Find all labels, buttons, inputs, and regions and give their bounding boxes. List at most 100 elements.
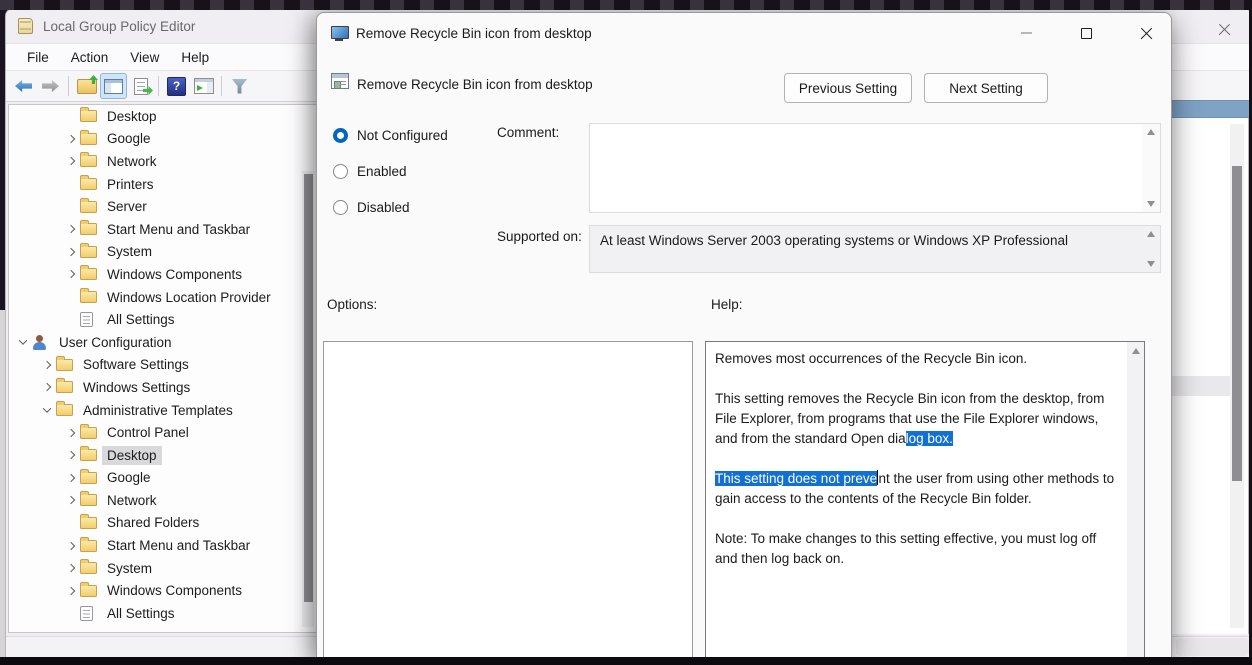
- expander-slot[interactable]: [13, 339, 32, 345]
- folder-icon: [80, 201, 97, 213]
- policy-setting-dialog: Remove Recycle Bin icon from desktop Rem…: [316, 12, 1172, 657]
- tree-item-windows-location-provider[interactable]: Windows Location Provider: [9, 286, 317, 309]
- policy-monitor-icon: [331, 26, 347, 41]
- menu-action[interactable]: Action: [60, 47, 120, 68]
- radio-disabled[interactable]: Disabled: [333, 200, 410, 215]
- close-button[interactable]: [1135, 22, 1157, 44]
- tree-item-user-configuration[interactable]: User Configuration: [9, 331, 317, 354]
- tree-item-system[interactable]: System: [9, 241, 317, 264]
- supported-scrollbar[interactable]: [1142, 226, 1160, 272]
- background-left-lower: [0, 310, 5, 657]
- menu-file[interactable]: File: [16, 47, 60, 68]
- maximize-icon: [1081, 28, 1092, 39]
- settings-pane-selected-band[interactable]: [1170, 100, 1249, 118]
- chevron-right-icon: [66, 270, 74, 278]
- scroll-up-icon[interactable]: [1147, 231, 1155, 237]
- radio-enabled[interactable]: Enabled: [333, 164, 407, 179]
- expander-slot[interactable]: [61, 475, 80, 481]
- expander-slot[interactable]: [61, 565, 80, 571]
- tree-item-administrative-templates[interactable]: Administrative Templates: [9, 399, 317, 422]
- chevron-right-icon: [66, 248, 74, 256]
- expander-slot[interactable]: [61, 497, 80, 503]
- close-icon: [1140, 27, 1153, 40]
- expander-slot[interactable]: [61, 226, 80, 232]
- gpo-close-button[interactable]: [1213, 19, 1235, 39]
- comment-scrollbar[interactable]: [1142, 124, 1160, 212]
- tree-item-label: Administrative Templates: [78, 401, 238, 420]
- tree-item-google[interactable]: Google: [9, 128, 317, 151]
- tree-item-windows-settings[interactable]: Windows Settings: [9, 376, 317, 399]
- tree-item-google[interactable]: Google: [9, 467, 317, 490]
- expander-slot[interactable]: [37, 384, 56, 390]
- tree-item-network[interactable]: Network: [9, 150, 317, 173]
- back-icon[interactable]: [10, 73, 37, 99]
- radio-not-configured[interactable]: Not Configured: [333, 128, 448, 143]
- menu-help[interactable]: Help: [170, 47, 220, 68]
- settings-pane-hscrollbar[interactable]: [1176, 638, 1249, 656]
- tree-item-control-panel[interactable]: Control Panel: [9, 421, 317, 444]
- scroll-up-icon[interactable]: [1147, 129, 1155, 135]
- scroll-down-icon[interactable]: [1147, 261, 1155, 267]
- maximize-button[interactable]: [1075, 22, 1097, 44]
- tree-item-software-settings[interactable]: Software Settings: [9, 354, 317, 377]
- folder-icon: [80, 223, 97, 235]
- tree-item-all-settings[interactable]: All Settings: [9, 602, 317, 625]
- comment-input[interactable]: [589, 123, 1161, 213]
- settings-pane-scrollbar[interactable]: [1230, 124, 1244, 628]
- previous-setting-button[interactable]: Previous Setting: [784, 73, 912, 103]
- scroll-down-icon[interactable]: [1147, 201, 1155, 207]
- settings-pane-sliver: [1170, 118, 1249, 634]
- dialog-titlebar[interactable]: Remove Recycle Bin icon from desktop: [317, 13, 1171, 53]
- expander-slot[interactable]: [37, 407, 56, 413]
- chevron-right-icon: [66, 225, 74, 233]
- expander-slot[interactable]: [61, 588, 80, 594]
- tree-item-server[interactable]: Server: [9, 195, 317, 218]
- console-tree-icon[interactable]: [100, 73, 127, 99]
- folder-icon: [80, 246, 97, 258]
- tree-item-desktop[interactable]: Desktop: [9, 105, 317, 128]
- expander-slot[interactable]: [61, 452, 80, 458]
- expander-slot[interactable]: [61, 158, 80, 164]
- tree-item-label: System: [102, 242, 157, 261]
- menu-view[interactable]: View: [119, 47, 170, 68]
- expander-slot[interactable]: [61, 249, 80, 255]
- tree-item-shared-folders[interactable]: Shared Folders: [9, 512, 317, 535]
- tree-item-printers[interactable]: Printers: [9, 173, 317, 196]
- export-list-icon[interactable]: [127, 73, 154, 99]
- help-box[interactable]: Removes most occurrences of the Recycle …: [705, 341, 1145, 658]
- tree-scrollbar-thumb[interactable]: [304, 174, 313, 602]
- help-scrollbar[interactable]: [1127, 342, 1144, 657]
- toolbar-separator: [221, 76, 222, 96]
- help-label: Help:: [711, 297, 743, 312]
- tree-item-windows-components[interactable]: Windows Components: [9, 263, 317, 286]
- tree-item-label: Software Settings: [78, 355, 194, 374]
- tree-item-start-menu-and-taskbar[interactable]: Start Menu and Taskbar: [9, 534, 317, 557]
- tree-item-all-settings[interactable]: All Settings: [9, 308, 317, 331]
- setting-heading: Remove Recycle Bin icon from desktop: [357, 77, 593, 92]
- tree-item-network[interactable]: Network: [9, 489, 317, 512]
- dialog-title: Remove Recycle Bin icon from desktop: [356, 26, 592, 41]
- up-one-level-icon[interactable]: [73, 73, 100, 99]
- expander-slot[interactable]: [61, 430, 80, 436]
- settings-pane-scrollbar-thumb[interactable]: [1232, 166, 1242, 481]
- tree-item-windows-components[interactable]: Windows Components: [9, 579, 317, 602]
- expander-slot[interactable]: [61, 136, 80, 142]
- forward-icon[interactable]: [37, 73, 64, 99]
- tree-item-label: Control Panel: [102, 423, 194, 442]
- radio-unselected-icon: [333, 164, 348, 179]
- folder-icon: [80, 291, 97, 303]
- next-setting-button[interactable]: Next Setting: [924, 73, 1048, 103]
- minimize-button[interactable]: [1015, 22, 1037, 44]
- show-window-icon[interactable]: [190, 73, 217, 99]
- expander-slot[interactable]: [37, 362, 56, 368]
- folder-icon: [80, 178, 97, 190]
- tree-item-start-menu-and-taskbar[interactable]: Start Menu and Taskbar: [9, 218, 317, 241]
- filter-icon[interactable]: [226, 73, 253, 99]
- tree-item-system[interactable]: System: [9, 557, 317, 580]
- expander-slot[interactable]: [61, 543, 80, 549]
- help-icon[interactable]: [163, 73, 190, 99]
- scroll-up-icon[interactable]: [1132, 348, 1140, 354]
- tree-item-desktop[interactable]: Desktop: [9, 444, 317, 467]
- expander-slot[interactable]: [61, 271, 80, 277]
- chevron-right-icon: [42, 361, 50, 369]
